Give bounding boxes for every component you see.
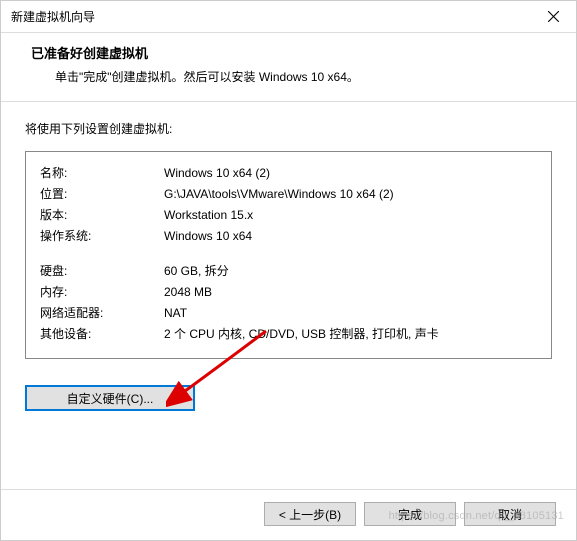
- setting-label: 内存:: [40, 283, 164, 301]
- setting-row-disk: 硬盘: 60 GB, 拆分: [40, 262, 537, 280]
- back-button[interactable]: < 上一步(B): [264, 502, 356, 526]
- settings-summary-box: 名称: Windows 10 x64 (2) 位置: G:\JAVA\tools…: [25, 151, 552, 359]
- wizard-content: 将使用下列设置创建虚拟机: 名称: Windows 10 x64 (2) 位置:…: [1, 102, 576, 421]
- setting-row-version: 版本: Workstation 15.x: [40, 206, 537, 224]
- instruction-text: 将使用下列设置创建虚拟机:: [25, 120, 552, 137]
- setting-value: Windows 10 x64: [164, 227, 537, 245]
- setting-row-network: 网络适配器: NAT: [40, 304, 537, 322]
- cancel-button[interactable]: 取消: [464, 502, 556, 526]
- setting-label: 操作系统:: [40, 227, 164, 245]
- setting-row-other: 其他设备: 2 个 CPU 内核, CD/DVD, USB 控制器, 打印机, …: [40, 325, 537, 343]
- close-icon: [548, 11, 559, 22]
- setting-label: 位置:: [40, 185, 164, 203]
- wizard-header: 已准备好创建虚拟机 单击"完成"创建虚拟机。然后可以安装 Windows 10 …: [1, 33, 576, 102]
- wizard-button-row: < 上一步(B) 完成 取消: [264, 490, 556, 526]
- setting-value: 2048 MB: [164, 283, 537, 301]
- setting-value: 60 GB, 拆分: [164, 262, 537, 280]
- setting-value: 2 个 CPU 内核, CD/DVD, USB 控制器, 打印机, 声卡: [164, 325, 537, 343]
- setting-label: 硬盘:: [40, 262, 164, 280]
- setting-row-location: 位置: G:\JAVA\tools\VMware\Windows 10 x64 …: [40, 185, 537, 203]
- setting-row-name: 名称: Windows 10 x64 (2): [40, 164, 537, 182]
- setting-value: NAT: [164, 304, 537, 322]
- window-title: 新建虚拟机向导: [11, 8, 95, 25]
- finish-button[interactable]: 完成: [364, 502, 456, 526]
- header-title: 已准备好创建虚拟机: [31, 43, 552, 62]
- header-subtitle: 单击"完成"创建虚拟机。然后可以安装 Windows 10 x64。: [31, 68, 552, 85]
- setting-label: 名称:: [40, 164, 164, 182]
- setting-label: 网络适配器:: [40, 304, 164, 322]
- setting-row-os: 操作系统: Windows 10 x64: [40, 227, 537, 245]
- setting-label: 版本:: [40, 206, 164, 224]
- setting-value: G:\JAVA\tools\VMware\Windows 10 x64 (2): [164, 185, 537, 203]
- customize-hardware-button[interactable]: 自定义硬件(C)...: [25, 385, 195, 411]
- setting-value: Workstation 15.x: [164, 206, 537, 224]
- setting-row-memory: 内存: 2048 MB: [40, 283, 537, 301]
- setting-label: 其他设备:: [40, 325, 164, 343]
- setting-value: Windows 10 x64 (2): [164, 164, 537, 182]
- close-button[interactable]: [530, 1, 576, 33]
- titlebar: 新建虚拟机向导: [1, 1, 576, 33]
